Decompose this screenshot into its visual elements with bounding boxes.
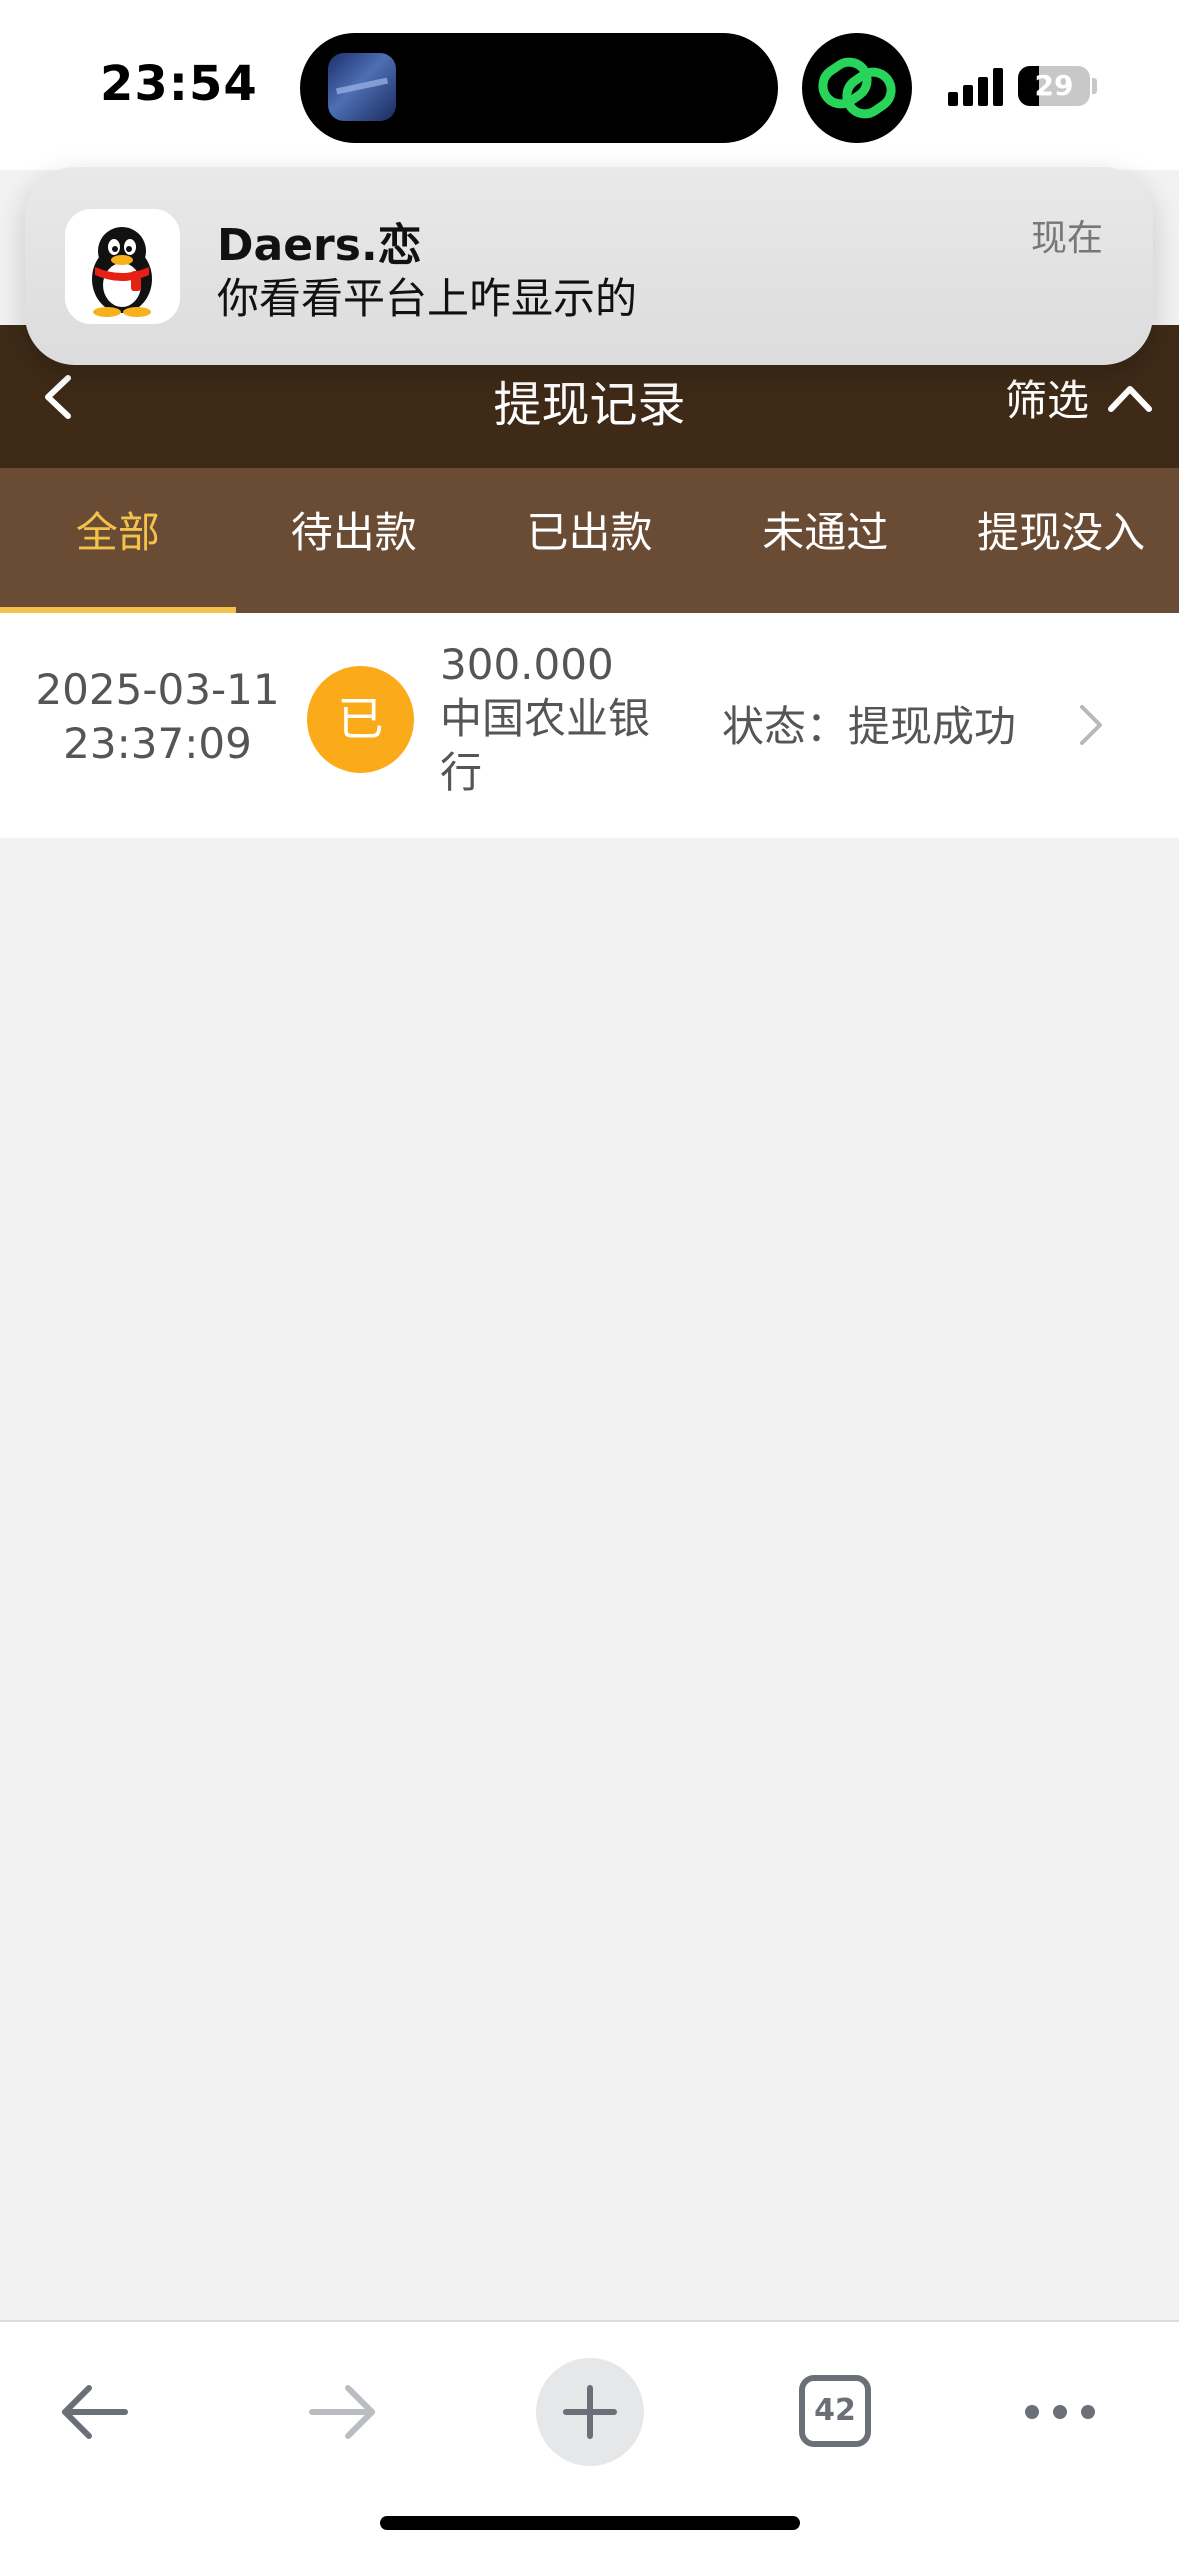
- plus-icon: [536, 2358, 644, 2466]
- battery-cap: [1092, 78, 1097, 94]
- notification-time: 现在: [1030, 218, 1103, 259]
- tab-rejected[interactable]: 未通过: [707, 468, 943, 613]
- back-nav-button[interactable]: [55, 2362, 135, 2466]
- record-status: 状态：提现成功: [722, 702, 1017, 751]
- tab-pending[interactable]: 待出款: [236, 468, 472, 613]
- filter-button[interactable]: 筛选: [1005, 367, 1153, 428]
- notification-banner[interactable]: Daers.恋 你看看平台上咋显示的 现在: [25, 167, 1153, 365]
- withdrawal-record-row[interactable]: 2025-03-11 23:37:09 已 300.000 中国农业银行 状态：…: [0, 613, 1179, 838]
- record-status-badge: 已: [307, 666, 414, 773]
- record-bank: 中国农业银行: [440, 694, 651, 797]
- now-playing-thumbnail[interactable]: [328, 53, 396, 121]
- link-icon[interactable]: [802, 33, 912, 143]
- record-info: 300.000 中国农业银行: [440, 638, 680, 800]
- forward-nav-button[interactable]: [302, 2362, 382, 2466]
- arrow-left-icon: [62, 2385, 128, 2439]
- tab-not-received[interactable]: 提现没入: [943, 468, 1179, 613]
- chevron-up-icon: [1108, 385, 1152, 412]
- new-tab-button[interactable]: [536, 2358, 644, 2470]
- dynamic-island[interactable]: [300, 33, 778, 143]
- chevron-right-icon: [1080, 705, 1102, 745]
- notification-title: Daers.恋: [217, 220, 422, 271]
- status-time: 23:54: [100, 56, 258, 112]
- notification-body: 你看看平台上咋显示的: [217, 274, 638, 323]
- record-datetime: 2025-03-11 23:37:09: [20, 663, 295, 771]
- cellular-signal-icon: [948, 68, 1006, 106]
- home-indicator: [380, 2516, 800, 2530]
- tab-count-button[interactable]: 42: [798, 2374, 872, 2448]
- arrow-right-icon: [309, 2385, 375, 2439]
- record-time: 23:37:09: [63, 719, 252, 768]
- tab-paid[interactable]: 已出款: [472, 468, 708, 613]
- filter-label: 筛选: [1004, 376, 1089, 425]
- record-amount: 300.000: [440, 640, 614, 689]
- record-date: 2025-03-11: [35, 665, 280, 714]
- battery-level: 29: [1034, 69, 1074, 102]
- tab-all[interactable]: 全部: [0, 468, 236, 613]
- status-bar: 23:54 29: [0, 0, 1179, 170]
- battery-icon: 29: [1018, 66, 1090, 106]
- qq-penguin-icon: [65, 209, 180, 324]
- more-button[interactable]: [1020, 2382, 1100, 2446]
- tab-count: 42: [814, 2393, 856, 2428]
- status-tabs: 全部 待出款 已出款 未通过 提现没入: [0, 468, 1179, 613]
- more-icon: [1025, 2405, 1095, 2419]
- page-title: 提现记录: [493, 377, 686, 433]
